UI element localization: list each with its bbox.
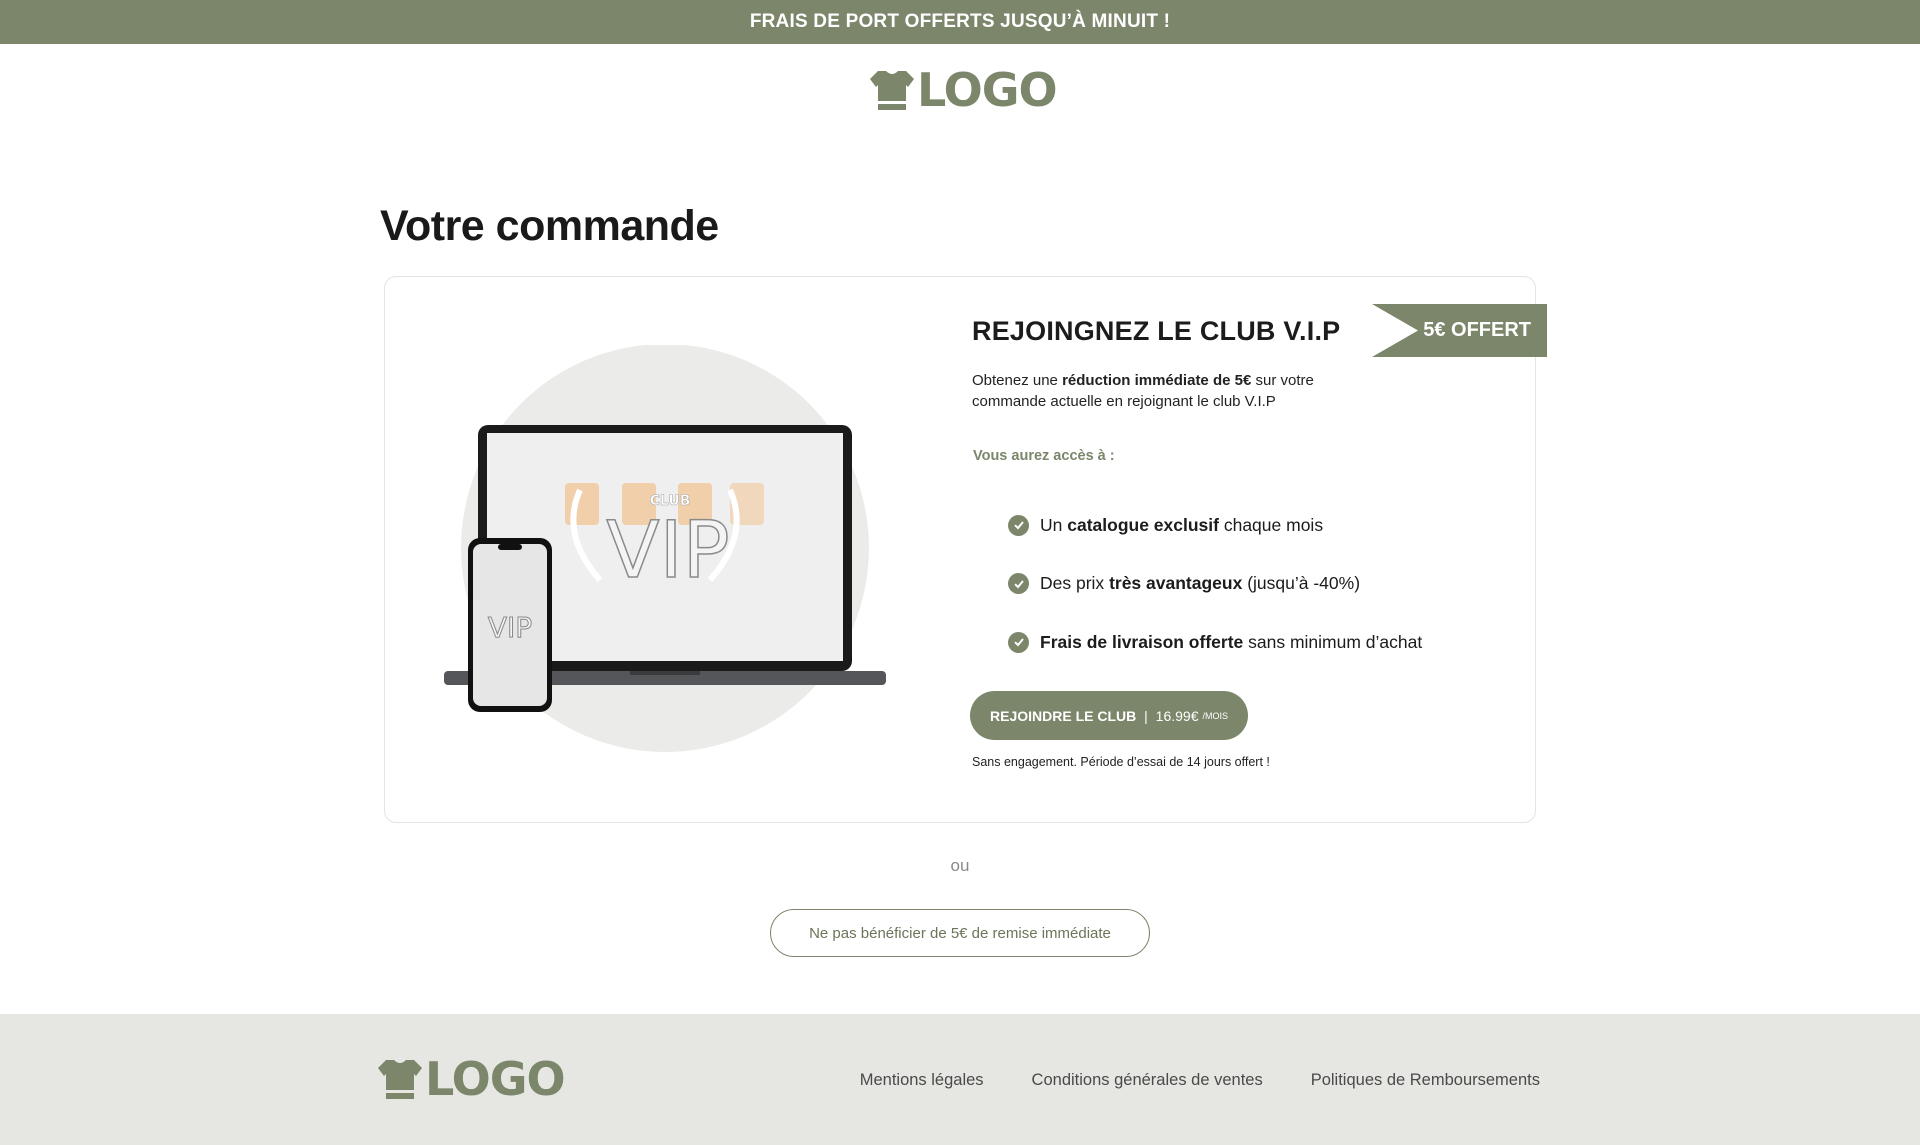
tshirt-icon [378,1060,422,1099]
phone-vip-text: VIP [488,611,532,644]
vip-text: VIP [606,506,729,596]
benefit-bold: catalogue exclusif [1067,514,1219,535]
join-label: REJOINDRE LE CLUB [990,707,1137,724]
join-period: /MOIS [1202,710,1228,721]
benefit-pre: Des prix [1040,573,1105,594]
check-icon [1008,573,1029,595]
benefit-bold: Frais de livraison offerte [1040,631,1244,652]
access-label: Vous aurez accès à : [973,448,1115,464]
benefit-post: (jusqu’à -40%) [1242,573,1361,594]
benefit-bold: très avantageux [1109,573,1243,594]
join-club-button[interactable]: REJOINDRE LE CLUB | 16.99€/MOIS [970,691,1248,740]
vip-devices-illustration: CLUB VIP VIP [444,345,886,752]
benefit-pre: Un [1040,514,1063,535]
vip-description: Obtenez une réduction immédiate de 5€ su… [972,370,1372,412]
benefit-post: chaque mois [1218,514,1324,535]
footer-logo[interactable]: LOGO [378,1052,566,1106]
tshirt-icon [870,71,914,110]
header-logo[interactable]: LOGO [870,63,1058,117]
footer-link-legal[interactable]: Mentions légales [860,1071,984,1090]
footer-links: Mentions légales Conditions générales de… [860,1071,1540,1090]
vip-title: REJOINGNEZ LE CLUB V.I.P [972,316,1341,346]
footer-link-refunds[interactable]: Politiques de Remboursements [1311,1071,1540,1090]
benefits-list: Un catalogue exclusif chaque mois Des pr… [1008,496,1422,672]
join-separator: | [1140,707,1152,724]
logo-wordmark: LOGO [917,63,1058,117]
check-icon [1008,631,1029,653]
desc-bold: réduction immédiate de 5€ [1062,372,1252,389]
check-icon [1008,514,1029,536]
decline-discount-button[interactable]: Ne pas bénéficier de 5€ de remise immédi… [770,909,1150,957]
logo-wordmark: LOGO [425,1052,566,1106]
benefit-item: Un catalogue exclusif chaque mois [1008,496,1422,555]
benefit-post: sans minimum d’achat [1243,631,1423,652]
footer-link-terms[interactable]: Conditions générales de ventes [1032,1071,1263,1090]
or-separator: ou [950,856,970,875]
announcement-text: FRAIS DE PORT OFFERTS JUSQU’À MINUIT ! [749,11,1171,32]
announcement-bar: FRAIS DE PORT OFFERTS JUSQU’À MINUIT ! [0,0,1920,44]
desc-prefix: Obtenez une [972,372,1063,389]
benefit-item: Des prix très avantageux (jusqu’à -40%) [1008,555,1422,614]
page-title: Votre commande [380,202,719,250]
join-price: 16.99€ [1155,707,1199,724]
trial-note: Sans engagement. Période d’essai de 14 j… [972,755,1270,769]
benefit-item: Frais de livraison offerte sans minimum … [1008,613,1422,672]
